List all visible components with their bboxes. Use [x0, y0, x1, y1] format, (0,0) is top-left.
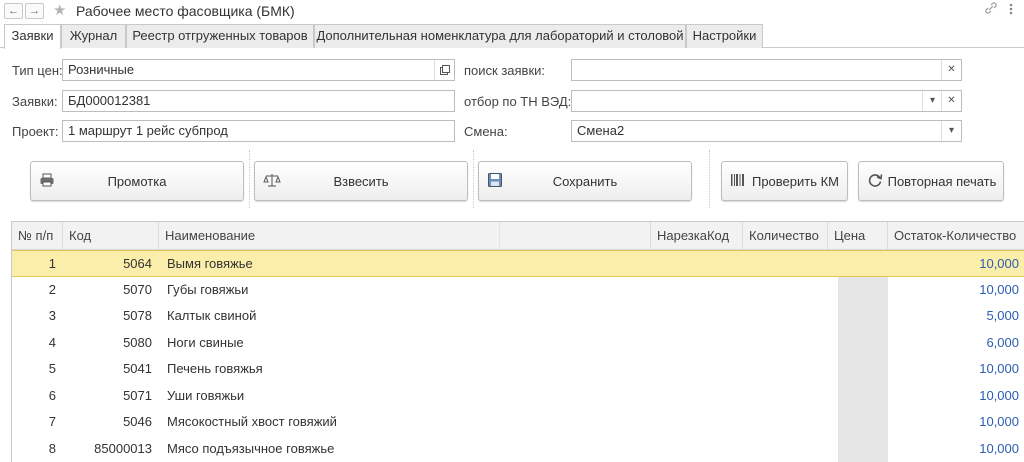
shift-select[interactable]: Смена2 ▾	[571, 120, 962, 142]
table-row[interactable]: 1 5064 Вымя говяжье 10,000	[12, 250, 1024, 277]
row-code: 5078	[123, 308, 152, 323]
separator	[249, 150, 251, 208]
shift-label: Смена:	[464, 124, 508, 139]
row-code: 5071	[123, 388, 152, 403]
weigh-button-label: Взвесить	[333, 174, 389, 189]
row-code: 5041	[123, 361, 152, 376]
col-price-header[interactable]: Цена	[828, 222, 888, 249]
star-icon[interactable]: ★	[53, 1, 66, 19]
row-code: 5070	[123, 282, 152, 297]
row-num: 1	[48, 256, 56, 271]
row-code: 5080	[123, 335, 152, 350]
tab-settings[interactable]: Настройки	[686, 24, 763, 48]
row-name: Калтык свиной	[167, 308, 257, 323]
order-value: БД000012381	[68, 93, 151, 108]
flush-button-label: Промотка	[107, 174, 167, 189]
row-remaining: 5,000	[986, 308, 1019, 323]
table-row[interactable]: 5 5041 Печень говяжья 10,000	[12, 356, 1024, 383]
row-code: 5046	[123, 414, 152, 429]
shift-value: Смена2	[577, 123, 625, 138]
separator	[709, 150, 711, 208]
order-label: Заявки:	[12, 94, 58, 109]
col-num-header[interactable]: № п/п	[12, 222, 63, 249]
tab-orders[interactable]: Заявки	[4, 24, 61, 49]
row-name: Печень говяжья	[167, 361, 263, 376]
col-quantity-header[interactable]: Количество	[743, 222, 828, 249]
search-order-label: поиск заявки:	[464, 63, 546, 78]
col-code-header[interactable]: Код	[63, 222, 159, 249]
order-field[interactable]: БД000012381	[62, 90, 455, 112]
check-km-button[interactable]: Проверить КМ	[721, 161, 848, 201]
flush-button[interactable]: Промотка	[30, 161, 244, 201]
col-cut-code-header[interactable]: НарезкаКод	[651, 222, 743, 249]
search-order-input[interactable]: ✕	[571, 59, 962, 81]
col-remaining-header[interactable]: Остаток-Количество	[888, 222, 1024, 249]
reprint-button-label: Повторная печать	[887, 174, 997, 189]
back-button[interactable]: ←	[4, 3, 23, 19]
tnved-filter-field[interactable]: ▾ ✕	[571, 90, 962, 112]
row-num: 8	[48, 441, 56, 456]
orders-table: № п/п Код Наименование НарезкаКод Количе…	[11, 221, 1024, 462]
table-row[interactable]: 2 5070 Губы говяжьи 10,000	[12, 277, 1024, 304]
row-name: Вымя говяжье	[167, 256, 253, 271]
row-name: Ноги свиные	[167, 335, 244, 350]
table-row[interactable]: 4 5080 Ноги свиные 6,000	[12, 330, 1024, 357]
tab-journal[interactable]: Журнал	[61, 24, 126, 48]
window-title: Рабочее место фасовщика (БМК)	[76, 3, 295, 19]
col-blank-header[interactable]	[500, 222, 651, 249]
row-remaining: 6,000	[986, 335, 1019, 350]
save-button[interactable]: Сохранить	[478, 161, 692, 201]
price-type-value: Розничные	[68, 62, 135, 77]
clear-icon[interactable]: ✕	[941, 91, 961, 111]
row-name: Мясо подъязычное говяжье	[167, 441, 335, 456]
project-label: Проект:	[12, 124, 59, 139]
weigh-button[interactable]: Взвесить	[254, 161, 468, 201]
row-code: 85000013	[94, 441, 152, 456]
row-code: 5064	[123, 256, 152, 271]
table-row[interactable]: 7 5046 Мясокостный хвост говяжий 10,000	[12, 409, 1024, 436]
table-header: № п/п Код Наименование НарезкаКод Количе…	[12, 222, 1024, 250]
tnved-filter-label: отбор по ТН ВЭД:	[464, 94, 572, 109]
clear-icon[interactable]: ✕	[941, 60, 961, 80]
row-remaining: 10,000	[979, 414, 1019, 429]
table-row[interactable]: 3 5078 Калтык свиной 5,000	[12, 303, 1024, 330]
row-remaining: 10,000	[979, 388, 1019, 403]
separator	[473, 150, 475, 208]
link-icon[interactable]	[985, 2, 997, 17]
forward-button[interactable]: →	[25, 3, 44, 19]
row-remaining: 10,000	[979, 256, 1019, 271]
row-num: 3	[48, 308, 56, 323]
price-type-field[interactable]: Розничные	[62, 59, 455, 81]
project-value: 1 маршрут 1 рейс субпрод	[68, 123, 228, 138]
row-num: 2	[48, 282, 56, 297]
save-button-label: Сохранить	[552, 174, 618, 189]
tab-shipped-registry[interactable]: Реестр отгруженных товаров	[126, 24, 314, 48]
row-num: 7	[48, 414, 56, 429]
table-row[interactable]: 8 85000013 Мясо подъязычное говяжье 10,0…	[12, 436, 1024, 462]
row-name: Уши говяжьи	[167, 388, 245, 403]
col-name-header[interactable]: Наименование	[159, 222, 500, 249]
tab-bar: Заявки Журнал Реестр отгруженных товаров…	[0, 24, 1024, 49]
row-name: Мясокостный хвост говяжий	[167, 414, 337, 429]
title-bar: ← → ★ Рабочее место фасовщика (БМК)	[0, 0, 1024, 22]
row-num: 5	[48, 361, 56, 376]
project-field[interactable]: 1 маршрут 1 рейс субпрод	[62, 120, 455, 142]
tab-extra-nomenclature[interactable]: Дополнительная номенклатура для лаборато…	[314, 24, 686, 48]
reprint-button[interactable]: Повторная печать	[858, 161, 1004, 201]
row-num: 4	[48, 335, 56, 350]
dropdown-arrow-icon[interactable]: ▾	[941, 121, 961, 141]
row-num: 6	[48, 388, 56, 403]
row-remaining: 10,000	[979, 282, 1019, 297]
price-type-label: Тип цен:	[12, 63, 63, 78]
dropdown-arrow-icon[interactable]: ▾	[922, 91, 942, 111]
row-remaining: 10,000	[979, 441, 1019, 456]
row-remaining: 10,000	[979, 361, 1019, 376]
more-menu-icon[interactable]	[1008, 2, 1014, 19]
check-km-button-label: Проверить КМ	[751, 174, 840, 189]
open-icon[interactable]	[434, 60, 454, 80]
row-name: Губы говяжьи	[167, 282, 249, 297]
table-row[interactable]: 6 5071 Уши говяжьи 10,000	[12, 383, 1024, 410]
